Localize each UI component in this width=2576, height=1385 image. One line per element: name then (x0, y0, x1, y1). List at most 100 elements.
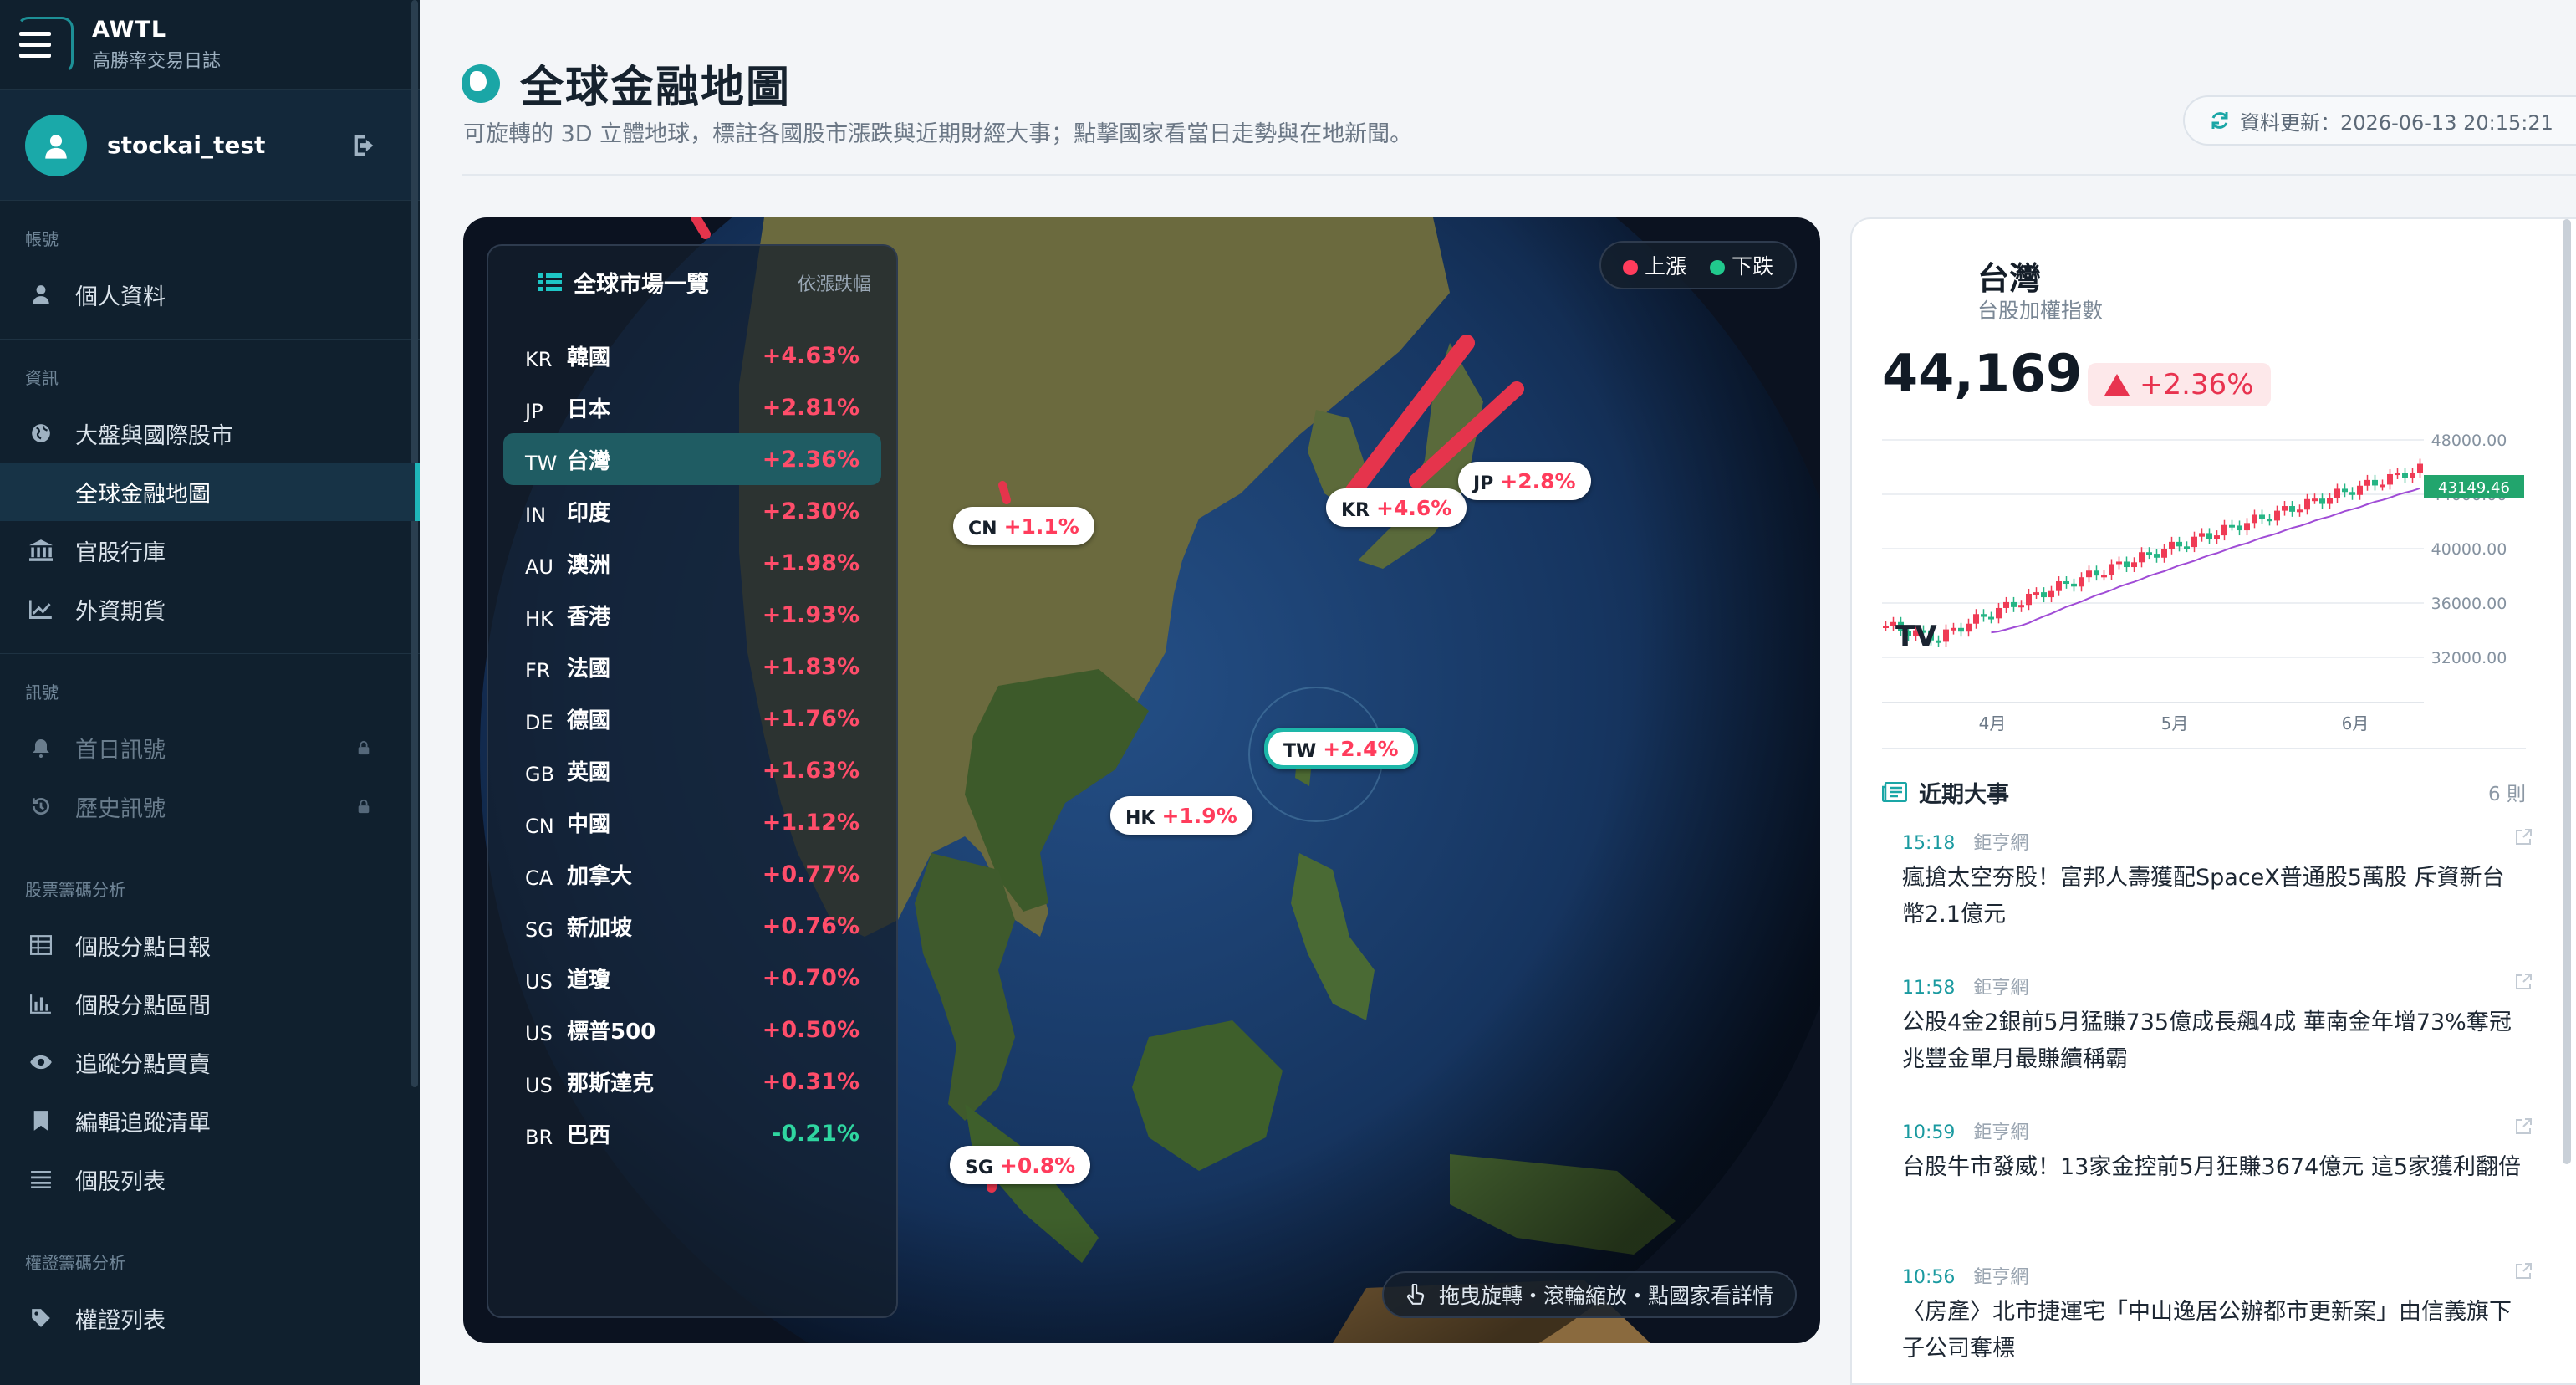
pin-code: KR (1341, 499, 1370, 521)
avatar[interactable] (25, 114, 87, 176)
market-row[interactable]: US 那斯達克 +0.31% (525, 1055, 860, 1107)
market-list-body: KR 韓國 +4.63% JP 日本 +2.81% TW 台灣 +2.36% IN 印度 +2.30%… (488, 319, 896, 1159)
sort-label[interactable]: 依漲跌幅 (798, 269, 871, 296)
page-title: 全球金融地圖 (520, 63, 792, 113)
sidebar-item-history-signal[interactable]: 歷史訊號 (0, 777, 420, 836)
pin-sg[interactable]: SG +0.8% (950, 1146, 1091, 1184)
market-row[interactable]: BR 巴西 -0.21% (525, 1107, 860, 1159)
event-item[interactable]: 11:58 鉅亨網 公股4金2銀前5月猛賺735億成長飆4成 華南金年增73%奪冠 … (1902, 973, 2532, 1117)
update-status[interactable]: 資料更新：2026-06-13 20:15:21 (2183, 95, 2576, 146)
candle (2199, 533, 2205, 537)
sidebar-section-info: 資訊 大盤與國際股市 全球金融地圖 官股行庫 外資期貨 (0, 340, 420, 654)
market-row[interactable]: US 標普500 +0.50% (525, 1004, 860, 1055)
candle (2079, 577, 2084, 587)
market-name: 日本 (567, 396, 611, 422)
index-chart[interactable]: 48000.0044000.0040000.0036000.0032000.00… (1882, 427, 2534, 736)
lock-icon (358, 799, 370, 814)
app-subtitle: 高勝率交易日誌 (92, 51, 222, 72)
menu-icon[interactable] (17, 16, 74, 74)
market-row[interactable]: GB 英國 +1.63% (525, 744, 860, 796)
market-row[interactable]: DE 德國 +1.76% (525, 692, 860, 744)
candle (2214, 535, 2220, 539)
event-time: 10:56 (1902, 1267, 1956, 1288)
event-headline[interactable]: 瘋搶太空夯股！富邦人壽獲配SpaceX普通股5萬股 斥資新台幣2.1億元 (1902, 860, 2521, 933)
external-link-icon[interactable] (2514, 1117, 2533, 1136)
pin-tw[interactable]: TW +2.4% (1264, 728, 1418, 769)
market-row[interactable]: US 道瓊 +0.70% (525, 952, 860, 1004)
sidebar-item-stock-list[interactable]: 個股列表 (0, 1150, 420, 1209)
index-change-badge: +2.36% (2088, 363, 2271, 406)
sidebar-item-warrant-list[interactable]: 權證列表 (0, 1289, 420, 1347)
sidebar-item-label: 官股行庫 (75, 539, 166, 566)
event-item[interactable]: 10:56 鉅亨網 〈房產〉北市捷運宅「中山逸居公辦都市更新案」由信義旗下子公司奪標 (1902, 1262, 2532, 1383)
market-row[interactable]: CN 中國 +1.12% (525, 796, 860, 848)
event-item[interactable]: 10:59 鉅亨網 台股牛市發威！13家金控前5月狂賺3674億元 這5家獲利翻倍 (1902, 1117, 2532, 1262)
market-code: US (525, 1022, 553, 1045)
detail-scrollbar[interactable] (2563, 219, 2571, 1164)
events-list: 15:18 鉅亨網 瘋搶太空夯股！富邦人壽獲配SpaceX普通股5萬股 斥資新台幣2… (1902, 828, 2532, 1383)
sidebar-item-track-branch[interactable]: 追蹤分點買賣 (0, 1033, 420, 1091)
x-tick-label: 4月 (1979, 713, 2007, 733)
candle (2357, 485, 2363, 495)
sidebar-item-first-day-signal[interactable]: 首日訊號 (0, 718, 420, 777)
y-tick-label: 32000.00 (2431, 649, 2507, 667)
sidebar-item-profile[interactable]: 個人資料 (0, 265, 420, 324)
sidebar-item-label: 個股分點日報 (75, 934, 211, 961)
market-row[interactable]: FR 法國 +1.83% (525, 641, 860, 692)
pin-code: CN (968, 518, 997, 539)
market-change: +0.77% (762, 861, 860, 887)
market-row[interactable]: AU 澳洲 +1.98% (525, 537, 860, 589)
market-row[interactable]: HK 香港 +1.93% (525, 589, 860, 641)
market-row[interactable]: KR 韓國 +4.63% (525, 330, 860, 381)
sidebar-item-markets[interactable]: 大盤與國際股市 (0, 404, 420, 463)
logout-icon[interactable] (349, 131, 378, 160)
market-list: 全球市場一覽 依漲跌幅 KR 韓國 +4.63% JP 日本 +2.81% TW 台灣 +2.3… (487, 244, 898, 1318)
sidebar-item-foreign-futures[interactable]: 外資期貨 (0, 580, 420, 638)
sidebar-section-warrant-chips: 權證籌碼分析 權證列表 (0, 1224, 420, 1362)
x-tick-label: 5月 (2161, 713, 2189, 733)
pin-hk[interactable]: HK +1.9% (1110, 796, 1252, 835)
pin-kr[interactable]: KR +4.6% (1326, 488, 1467, 527)
market-row[interactable]: TW 台灣 +2.36% (503, 433, 881, 485)
market-row[interactable]: CA 加拿大 +0.77% (525, 848, 860, 900)
market-name: 香港 (567, 604, 611, 630)
bar-top (691, 217, 711, 239)
candle (2116, 561, 2122, 565)
event-headline[interactable]: 公股4金2銀前5月猛賺735億成長飆4成 華南金年增73%奪冠 兆豐金單月最賺續… (1902, 1004, 2521, 1078)
external-link-icon[interactable] (2514, 973, 2533, 991)
bar-chart-icon (28, 991, 54, 1016)
market-code: CA (525, 866, 553, 890)
market-row[interactable]: JP 日本 +2.81% (525, 381, 860, 433)
market-row[interactable]: IN 印度 +2.30% (525, 485, 860, 537)
candle (1996, 607, 2002, 619)
market-name: 新加坡 (567, 915, 633, 941)
pin-change: +2.4% (1323, 736, 1399, 761)
sidebar-item-branch-daily[interactable]: 個股分點日報 (0, 916, 420, 974)
sidebar-item-gov-banks[interactable]: 官股行庫 (0, 521, 420, 580)
external-link-icon[interactable] (2514, 1262, 2533, 1280)
market-row[interactable]: SG 新加坡 +0.76% (525, 900, 860, 952)
pin-jp[interactable]: JP +2.8% (1458, 462, 1591, 500)
candle (2417, 463, 2423, 473)
market-name: 道瓊 (567, 967, 611, 993)
sidebar-item-global-map[interactable]: 全球金融地圖 (0, 463, 420, 521)
event-headline[interactable]: 台股牛市發威！13家金控前5月狂賺3674億元 這5家獲利翻倍 (1902, 1149, 2521, 1186)
sidebar-item-branch-range[interactable]: 個股分點區間 (0, 974, 420, 1033)
market-name: 澳洲 (567, 552, 611, 578)
last-value-label: 43149.46 (2438, 479, 2510, 497)
pin-cn[interactable]: CN +1.1% (953, 507, 1094, 545)
candle (2372, 479, 2378, 486)
market-code: SG (525, 918, 553, 942)
market-code: HK (525, 607, 553, 631)
index-value: 44,169 (1882, 343, 2083, 404)
event-time: 10:59 (1902, 1122, 1956, 1143)
event-item[interactable]: 15:18 鉅亨網 瘋搶太空夯股！富邦人壽獲配SpaceX普通股5萬股 斥資新台幣2… (1902, 828, 2532, 973)
event-headline[interactable]: 〈房產〉北市捷運宅「中山逸居公辦都市更新案」由信義旗下子公司奪標 (1902, 1294, 2521, 1367)
globe-panel[interactable]: CN +1.1% KR +4.6% JP +2.8% TW +2.4% HK +… (463, 217, 1820, 1343)
candle (2282, 506, 2288, 511)
section-label: 帳號 (25, 229, 59, 249)
candle (2206, 533, 2212, 539)
sidebar-item-edit-watchlist[interactable]: 編輯追蹤清單 (0, 1091, 420, 1150)
external-link-icon[interactable] (2514, 828, 2533, 846)
pin-code: TW (1283, 740, 1317, 762)
